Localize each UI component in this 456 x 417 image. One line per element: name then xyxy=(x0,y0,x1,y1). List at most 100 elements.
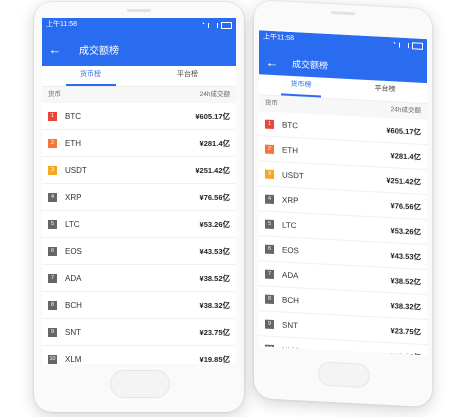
ranking-list: 1 BTC ¥605.17亿 2 ETH ¥281.4亿 3 USDT ¥251.42亿 4 XRP… xyxy=(259,111,427,356)
arrow-left-icon[interactable]: ← xyxy=(262,54,282,70)
volume-amount: ¥38.52亿 xyxy=(390,275,421,287)
volume-amount: ¥19.85亿 xyxy=(199,354,230,364)
coin-name: XLM xyxy=(282,344,299,355)
column-volume: 24h成交额 xyxy=(390,106,421,115)
wifi-icon: ◔ xyxy=(200,21,205,28)
coin-name: XRP xyxy=(65,192,82,202)
home-button[interactable] xyxy=(110,370,170,398)
rank-badge: 3 xyxy=(265,169,274,179)
screen: 上午11:58 ◔ ← 成交额榜 货币榜 平台榜 货币 24h成交额 1 BTC ¥… xyxy=(42,18,236,364)
volume-amount: ¥43.53亿 xyxy=(390,250,421,262)
tab-currency[interactable]: 货币榜 xyxy=(42,66,139,86)
coin-name: XLM xyxy=(65,354,82,364)
table-row[interactable]: 7 ADA ¥38.52亿 xyxy=(42,265,236,292)
rank-badge: 10 xyxy=(265,344,274,354)
volume-amount: ¥76.56亿 xyxy=(199,192,230,202)
volume-amount: ¥43.53亿 xyxy=(199,246,230,256)
volume-amount: ¥281.4亿 xyxy=(199,138,230,148)
coin-name: SNT xyxy=(65,327,81,337)
rank-badge: 5 xyxy=(265,219,274,229)
volume-amount: ¥19.85亿 xyxy=(391,350,421,355)
volume-amount: ¥605.17亿 xyxy=(386,125,421,137)
home-button[interactable] xyxy=(318,361,370,389)
coin-name: BTC xyxy=(282,119,298,130)
rank-badge: 5 xyxy=(48,219,57,229)
signal-icon xyxy=(399,42,409,48)
table-row[interactable]: 5 LTC ¥53.26亿 xyxy=(42,211,236,238)
ranking-list: 1 BTC ¥605.17亿 2 ETH ¥281.4亿 3 USDT ¥251.42亿 4 XRP… xyxy=(42,103,236,364)
phone-back: 上午11:58 ◔ ← 成交额榜 货币榜 平台榜 货币 24h成交额 1 BTC ¥… xyxy=(254,0,432,408)
page-title: 成交额榜 xyxy=(292,58,329,71)
table-row[interactable]: 6 EOS ¥43.53亿 xyxy=(42,238,236,265)
status-icons: ◔ xyxy=(201,18,232,32)
volume-amount: ¥23.75亿 xyxy=(199,327,230,337)
volume-amount: ¥38.32亿 xyxy=(199,300,230,310)
tab-label: 平台榜 xyxy=(374,85,396,94)
volume-amount: ¥605.17亿 xyxy=(195,111,230,121)
volume-amount: ¥76.56亿 xyxy=(390,200,421,212)
coin-name: EOS xyxy=(65,246,82,256)
rank-badge: 8 xyxy=(265,294,274,304)
speaker xyxy=(331,11,355,16)
coin-name: ADA xyxy=(65,273,82,283)
rank-badge: 8 xyxy=(48,300,57,310)
rank-badge: 9 xyxy=(265,319,274,329)
coin-name: LTC xyxy=(282,219,297,230)
volume-amount: ¥38.32亿 xyxy=(390,300,421,312)
arrow-left-icon[interactable]: ← xyxy=(45,42,65,57)
table-row[interactable]: 3 USDT ¥251.42亿 xyxy=(42,157,236,184)
volume-amount: ¥251.42亿 xyxy=(195,165,230,175)
volume-amount: ¥23.75亿 xyxy=(390,325,421,337)
coin-name: BCH xyxy=(65,300,82,310)
rank-badge: 4 xyxy=(48,192,57,202)
coin-name: USDT xyxy=(65,165,87,175)
rank-badge: 1 xyxy=(265,119,274,129)
volume-amount: ¥251.42亿 xyxy=(386,175,421,187)
header: 上午11:58 ◔ ← 成交额榜 xyxy=(42,18,236,66)
coin-name: SNT xyxy=(282,319,298,330)
tab-label: 平台榜 xyxy=(177,71,198,78)
rank-badge: 6 xyxy=(265,244,274,254)
table-row[interactable]: 1 BTC ¥605.17亿 xyxy=(42,103,236,130)
tab-platform[interactable]: 平台榜 xyxy=(139,66,236,86)
wifi-icon: ◔ xyxy=(391,40,396,48)
rank-badge: 1 xyxy=(48,111,57,121)
rank-badge: 2 xyxy=(48,138,57,148)
screen: 上午11:58 ◔ ← 成交额榜 货币榜 平台榜 货币 24h成交额 1 BTC ¥… xyxy=(259,30,427,356)
column-header: 货币 24h成交额 xyxy=(42,87,236,103)
table-row[interactable]: 9 SNT ¥23.75亿 xyxy=(42,319,236,346)
coin-name: ETH xyxy=(282,144,298,155)
rank-badge: 4 xyxy=(265,194,274,204)
coin-name: BTC xyxy=(65,111,81,121)
table-row[interactable]: 4 XRP ¥76.56亿 xyxy=(42,184,236,211)
rank-badge: 3 xyxy=(48,165,57,175)
status-bar: 上午11:58 ◔ xyxy=(42,18,236,32)
rank-badge: 9 xyxy=(48,327,57,337)
signal-icon xyxy=(208,22,218,28)
speaker xyxy=(127,9,151,12)
tab-indicator xyxy=(65,84,116,86)
volume-amount: ¥281.4亿 xyxy=(390,150,421,162)
table-row[interactable]: 10 XLM ¥19.85亿 xyxy=(42,346,236,364)
header: 上午11:58 ◔ ← 成交额榜 xyxy=(259,30,427,84)
coin-name: EOS xyxy=(282,244,299,255)
coin-name: USDT xyxy=(282,169,304,181)
column-volume: 24h成交额 xyxy=(199,91,230,98)
title-bar: ← 成交额榜 xyxy=(42,32,236,66)
phone-front: 上午11:58 ◔ ← 成交额榜 货币榜 平台榜 货币 24h成交额 1 BTC ¥… xyxy=(34,2,244,412)
volume-amount: ¥53.26亿 xyxy=(390,225,421,237)
coin-name: LTC xyxy=(65,219,80,229)
table-row[interactable]: 2 ETH ¥281.4亿 xyxy=(42,130,236,157)
tab-label: 货币榜 xyxy=(290,80,312,90)
coin-name: XRP xyxy=(282,194,299,205)
volume-amount: ¥38.52亿 xyxy=(199,273,230,283)
volume-amount: ¥53.26亿 xyxy=(199,219,230,229)
battery-icon xyxy=(412,41,423,50)
rank-badge: 6 xyxy=(48,246,57,256)
battery-icon xyxy=(221,21,232,29)
rank-badge: 7 xyxy=(48,273,57,283)
page-title: 成交额榜 xyxy=(79,45,119,57)
coin-name: ETH xyxy=(65,138,81,148)
status-time: 上午11:58 xyxy=(46,21,77,28)
table-row[interactable]: 8 BCH ¥38.32亿 xyxy=(42,292,236,319)
